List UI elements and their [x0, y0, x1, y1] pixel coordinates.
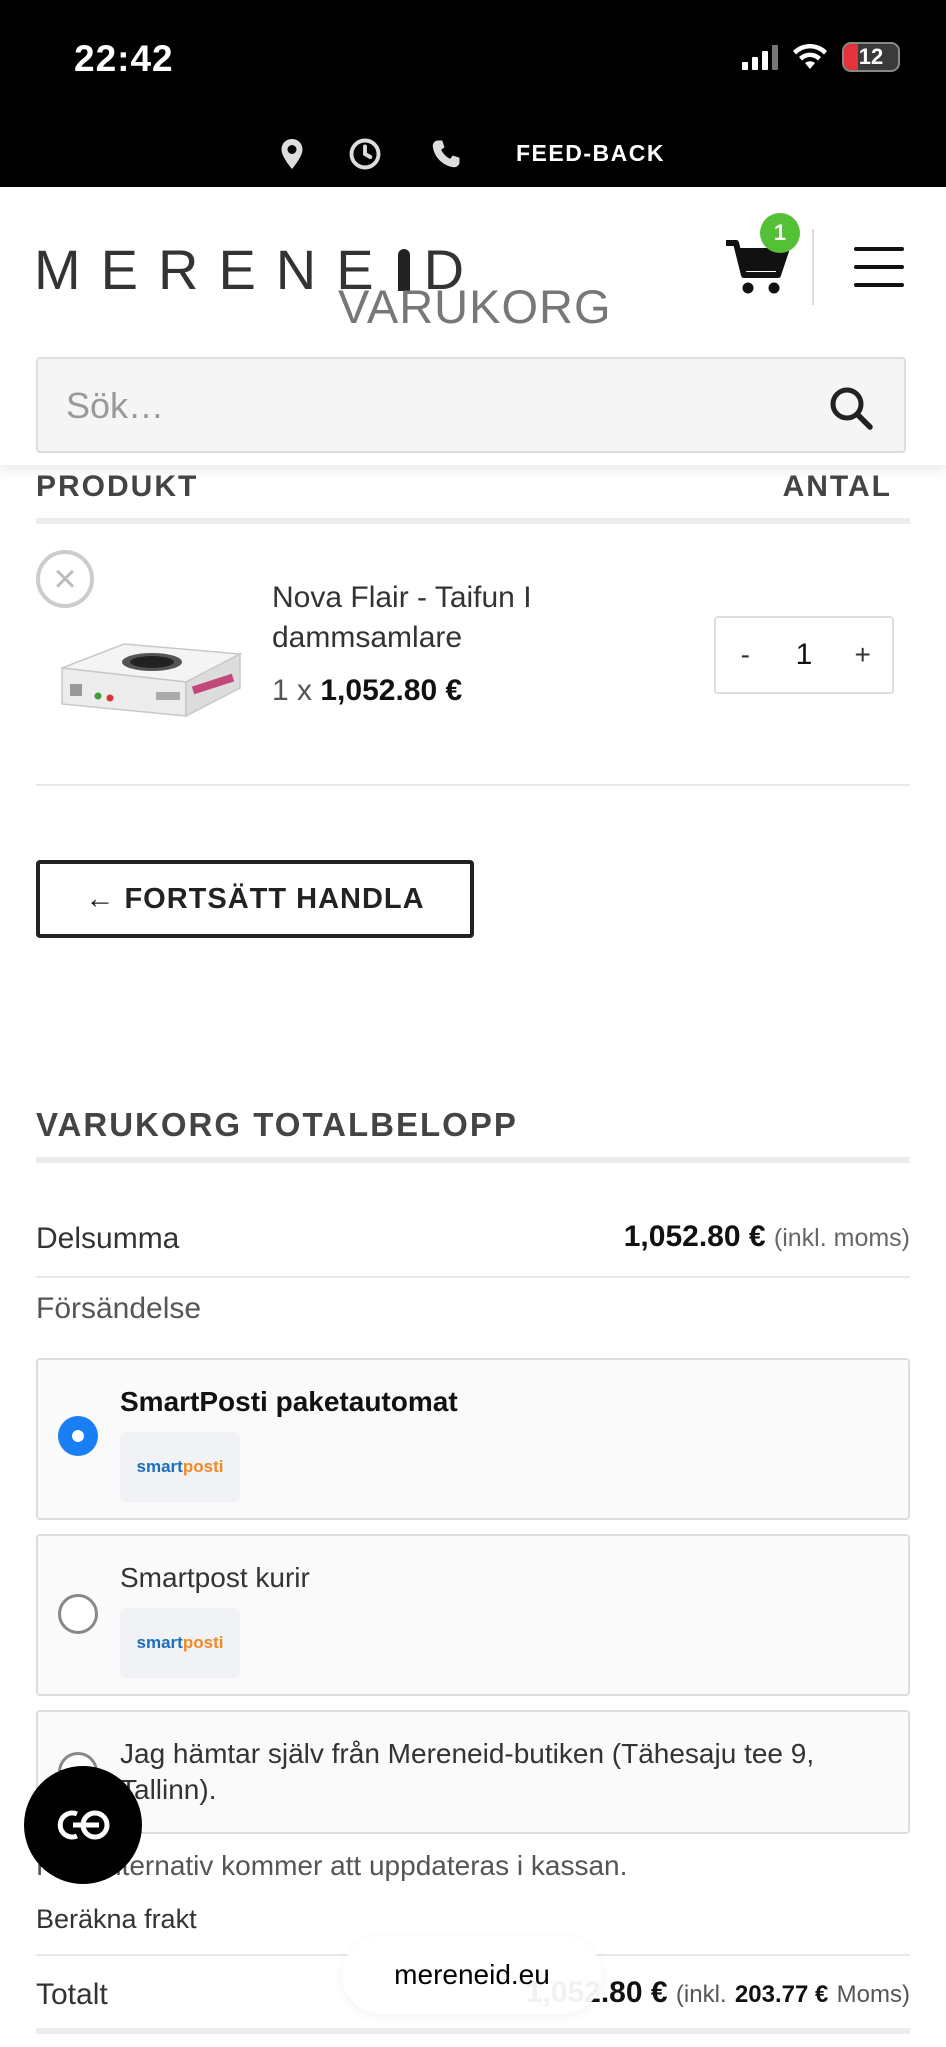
cart-totals-title: VARUKORG TOTALBELOPP — [36, 1106, 518, 1143]
total-tax-label: Moms) — [836, 1981, 910, 2008]
chat-icon — [57, 1810, 110, 1840]
calculate-shipping-link[interactable]: Beräkna frakt — [36, 1904, 197, 1935]
subtotal-amount: 1,052.80 € — [623, 1220, 766, 1253]
column-header-quantity: ANTAL — [782, 470, 892, 503]
continue-shopping-button[interactable]: ← FORTSÄTT HANDLA — [36, 860, 474, 938]
browser-url-bar[interactable]: mereneid.eu — [342, 1936, 602, 2014]
smartposti-logo: smart posti — [120, 1432, 240, 1502]
wifi-icon — [793, 43, 827, 69]
site-header: MERENE D VARUKORG 1 — [0, 187, 946, 465]
search-box — [36, 357, 906, 453]
totals-header-divider — [36, 1157, 910, 1163]
subtotal-label: Delsumma — [36, 1222, 180, 1255]
chat-widget-button[interactable] — [24, 1766, 142, 1884]
product-name[interactable]: Nova Flair - Taifun I dammsamlare — [272, 578, 612, 658]
smartposti-logo: smart posti — [120, 1608, 240, 1678]
totals-bottom-divider — [36, 2028, 910, 2034]
table-header-divider — [36, 518, 910, 524]
shipping-option-title: Smartpost kurir — [120, 1562, 310, 1593]
decrease-quantity-button[interactable]: - — [716, 639, 775, 671]
subtotal-divider — [36, 1276, 910, 1278]
subtotal-value: 1,052.80 € (inkl. moms) — [624, 1220, 910, 1254]
column-header-product: PRODUKT — [36, 470, 199, 503]
product-image[interactable] — [56, 624, 244, 724]
battery-icon: 12 — [842, 42, 900, 72]
search-input[interactable] — [66, 385, 806, 427]
shipping-label: Försändelse — [36, 1292, 202, 1325]
row-divider — [36, 784, 910, 786]
shipping-radio-parcel-locker[interactable] — [58, 1416, 98, 1456]
feedback-link[interactable]: FEED-BACK — [516, 140, 665, 167]
shipping-option-courier[interactable]: Smartpost kurir smart posti — [36, 1534, 910, 1696]
shipping-option-parcel-locker[interactable]: SmartPosti paketautomat smart posti — [36, 1358, 910, 1520]
phone-icon[interactable] — [428, 136, 464, 172]
shipping-option-title: SmartPosti paketautomat — [120, 1386, 458, 1417]
status-bar: 22:42 12 — [0, 0, 946, 120]
total-inkl: (inkl. — [675, 1981, 727, 2008]
total-label: Totalt — [36, 1978, 108, 2011]
hamburger-menu-icon[interactable] — [854, 247, 904, 287]
status-time: 22:42 — [74, 38, 174, 79]
increase-quantity-button[interactable]: + — [833, 639, 892, 671]
shipping-option-store-pickup[interactable]: Jag hämtar själv från Mereneid-butiken (… — [36, 1710, 910, 1834]
info-bar: FEED-BACK — [0, 120, 946, 187]
unit-price: 1,052.80 € — [320, 674, 463, 707]
location-pin-icon[interactable] — [274, 136, 310, 172]
cart-count-badge: 1 — [760, 213, 800, 253]
quantity-prefix: 1 x — [272, 674, 313, 707]
subtotal-tax-note: (inkl. moms) — [773, 1224, 910, 1252]
status-icons: 12 — [742, 42, 900, 72]
quantity-value[interactable]: 1 — [775, 638, 834, 672]
battery-level: 12 — [858, 44, 884, 69]
remove-item-button[interactable]: × — [36, 550, 94, 608]
page-title: VARUKORG — [338, 280, 612, 333]
quantity-stepper: - 1 + — [714, 616, 894, 694]
shipping-radio-courier[interactable] — [58, 1594, 98, 1634]
shipping-option-title: Jag hämtar själv från Mereneid-butiken (… — [120, 1738, 815, 1805]
search-icon[interactable] — [828, 385, 874, 431]
header-divider — [812, 229, 814, 305]
total-tax-amount: 203.77 € — [734, 1981, 829, 2008]
clock-icon[interactable] — [347, 136, 383, 172]
product-price: 1 x 1,052.80 € — [272, 674, 462, 708]
signal-icon — [742, 44, 778, 70]
